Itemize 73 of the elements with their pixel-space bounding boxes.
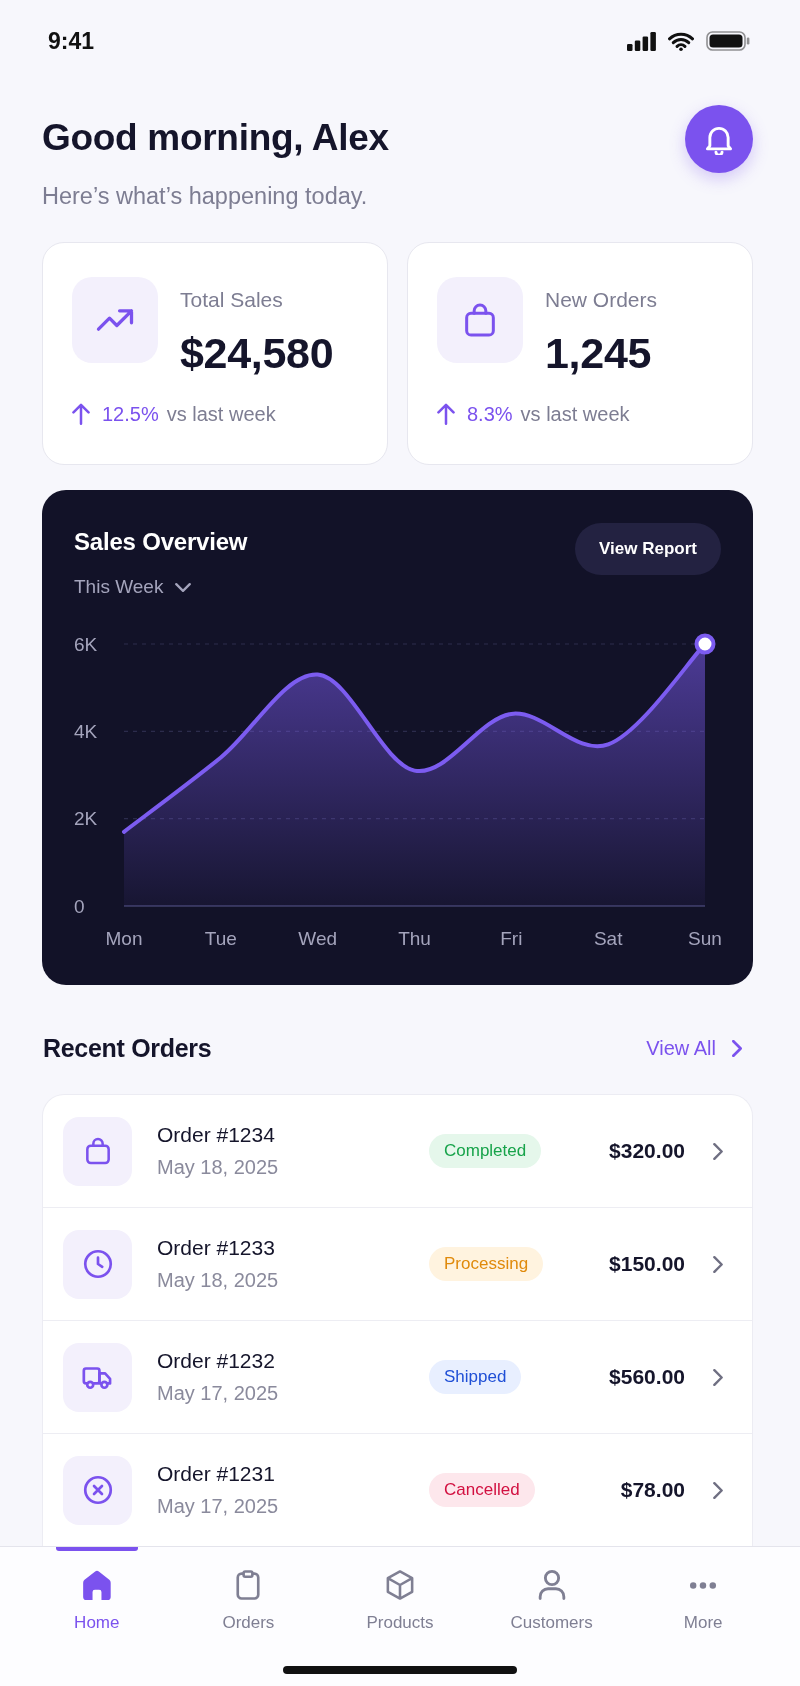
period-dropdown[interactable]: This Week [74,575,192,599]
more-dots-icon [688,1581,719,1589]
y-axis-label: 0 [74,895,85,917]
x-axis-label: Sat [593,927,623,949]
order-date: May 17, 2025 [157,1381,279,1406]
order-date: May 18, 2025 [157,1155,279,1180]
user-icon [537,1570,566,1600]
battery-icon [706,31,750,51]
stat-label: Total Sales [180,287,283,313]
cube-icon [385,1570,415,1600]
chevron-right-icon [713,1368,723,1386]
chart-title: Sales Overview [74,527,248,557]
data-point-marker [694,633,716,655]
order-row[interactable]: Order #1232 May 17, 2025 Shipped $560.00 [43,1320,752,1433]
status-badge: Completed [429,1134,542,1168]
order-title: Order #1233 [157,1235,275,1261]
greeting-title: Good morning, Alex [42,118,389,158]
order-amount: $560.00 [609,1364,685,1390]
stat-value: 1,245 [545,329,652,377]
order-title: Order #1231 [157,1461,275,1487]
signal-icon [627,31,656,51]
order-date: May 18, 2025 [157,1268,279,1293]
order-title: Order #1232 [157,1348,275,1374]
order-amount: $150.00 [609,1251,685,1277]
stat-value: $24,580 [180,329,334,377]
stat-change-period: vs last week [520,402,630,427]
section-title: Recent Orders [43,1033,212,1063]
stat-change: 8.3% [467,402,513,427]
x-axis-label: Fri [500,927,523,949]
view-report-button[interactable]: View Report [575,523,721,575]
chevron-right-icon [713,1142,723,1160]
greeting-subtitle: Here’s what’s happening today. [42,182,368,210]
status-badge: Processing [429,1247,544,1281]
y-axis-label: 4K [74,721,98,742]
y-axis-label: 6K [74,633,98,655]
clock-icon [63,1229,132,1299]
order-row[interactable]: Order #1231 May 17, 2025 Cancelled $78.00 [43,1433,752,1546]
order-title: Order #1234 [157,1122,275,1148]
clipboard-icon [234,1570,263,1600]
order-row[interactable]: Order #1233 May 18, 2025 Processing $150.00 [43,1207,752,1320]
stat-change: 12.5% [102,402,159,427]
nav-tab[interactable]: More [627,1547,779,1634]
nav-tab[interactable]: Home [21,1547,173,1634]
x-axis-label: Mon [105,927,143,949]
view-all-link[interactable]: View All [646,1035,742,1061]
chevron-right-icon [732,1039,742,1057]
nav-tab[interactable]: Products [324,1547,476,1634]
chevron-right-icon [713,1255,723,1273]
order-amount: $78.00 [620,1477,685,1503]
status-time: 9:41 [48,27,95,55]
order-row[interactable]: Order #1234 May 18, 2025 Completed $320.00 [43,1095,752,1207]
status-badge: Cancelled [429,1473,535,1507]
chevron-right-icon [713,1481,723,1499]
home-icon [81,1570,112,1600]
nav-tab[interactable]: Customers [475,1547,628,1634]
x-axis-label: Wed [298,927,338,949]
x-axis-label: Sun [688,927,721,949]
truck-icon [63,1342,132,1412]
order-date: May 17, 2025 [157,1494,279,1519]
bag-icon [63,1116,132,1186]
chevron-down-icon [175,582,192,592]
stat-label: New Orders [545,287,658,313]
order-amount: $320.00 [609,1138,685,1164]
trend-up-icon [72,277,158,363]
x-axis-label: Tue [204,927,237,949]
y-axis-label: 2K [74,808,98,830]
bag-icon [437,277,523,363]
status-badge: Shipped [429,1360,522,1394]
notifications-button[interactable] [685,105,753,173]
nav-tab[interactable]: Orders [172,1547,325,1634]
x-axis-label: Thu [398,927,431,949]
stat-change-period: vs last week [166,402,276,427]
wifi-icon [668,31,694,51]
